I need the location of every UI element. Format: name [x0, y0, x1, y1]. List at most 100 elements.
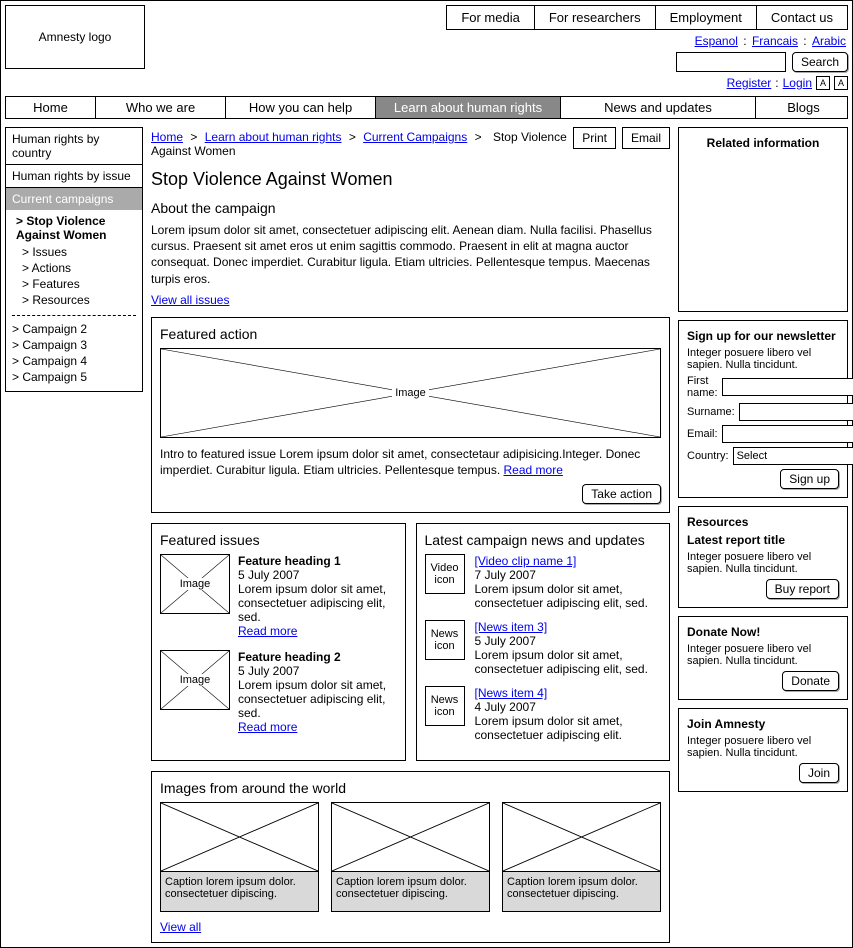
top-link-employment[interactable]: Employment: [656, 5, 757, 30]
top-link-contact[interactable]: Contact us: [757, 5, 848, 30]
crumb-learn[interactable]: Learn about human rights: [205, 130, 342, 144]
gallery-image-3: [502, 802, 661, 872]
resources-heading: Resources: [687, 515, 839, 529]
newsletter-box: Sign up for our newsletter Integer posue…: [678, 320, 848, 498]
featured-action-readmore[interactable]: Read more: [504, 463, 563, 477]
sidebar-sub-actions[interactable]: > Actions: [16, 260, 136, 276]
nav-home[interactable]: Home: [6, 97, 96, 118]
news-item-2-text: Lorem ipsum dolor sit amet, consectetuer…: [475, 648, 662, 676]
nav-blogs[interactable]: Blogs: [756, 97, 851, 118]
sidebar-sub-issues[interactable]: > Issues: [16, 244, 136, 260]
crumb-home[interactable]: Home: [151, 130, 183, 144]
featured-issues-panel: Featured issues Image Feature heading 1 …: [151, 523, 406, 761]
register-link[interactable]: Register: [727, 76, 772, 90]
donate-heading: Donate Now!: [687, 625, 839, 639]
resources-box: Resources Latest report title Integer po…: [678, 506, 848, 608]
surname-label: Surname:: [687, 406, 735, 418]
news-item-2-date: 5 July 2007: [475, 634, 662, 648]
email-input[interactable]: [722, 425, 853, 443]
featured-issues-heading: Featured issues: [160, 532, 397, 548]
lang-arabic[interactable]: Arabic: [812, 34, 846, 48]
sidebar-campaign-2[interactable]: > Campaign 2: [12, 321, 136, 337]
sidebar-campaign-title[interactable]: > Stop Violence Against Women: [16, 214, 136, 242]
news-item-2: News icon [News item 3] 5 July 2007 Lore…: [425, 620, 662, 676]
news-item-2-link[interactable]: [News item 3]: [475, 620, 548, 634]
email-button[interactable]: Email: [622, 127, 670, 149]
firstname-label: First name:: [687, 375, 718, 399]
login-link[interactable]: Login: [783, 76, 812, 90]
donate-button[interactable]: Donate: [782, 671, 839, 691]
featured-action-image: Image: [160, 348, 661, 438]
newsletter-intro: Integer posuere libero vel sapien. Nulla…: [687, 347, 839, 371]
featured-issue-2-title: Feature heading 2: [238, 650, 397, 664]
sidebar-country[interactable]: Human rights by country: [6, 128, 142, 164]
latest-news-heading: Latest campaign news and updates: [425, 532, 662, 548]
featured-issue-1-title: Feature heading 1: [238, 554, 397, 568]
sidebar-campaign-4[interactable]: > Campaign 4: [12, 353, 136, 369]
nav-learn[interactable]: Learn about human rights: [376, 97, 561, 118]
lang-espanol[interactable]: Espanol: [695, 34, 738, 48]
latest-news-panel: Latest campaign news and updates Video i…: [416, 523, 671, 761]
featured-issue-2-text: Lorem ipsum dolor sit amet, consectetuer…: [238, 678, 397, 720]
news-item-3-link[interactable]: [News item 4]: [475, 686, 548, 700]
featured-issue-1-link[interactable]: Read more: [238, 624, 297, 638]
about-text: Lorem ipsum dolor sit amet, consectetuer…: [151, 222, 670, 287]
country-select[interactable]: [733, 447, 853, 465]
nav-help[interactable]: How you can help: [226, 97, 376, 118]
news-item-1-link[interactable]: [Video clip name 1]: [475, 554, 577, 568]
resources-title: Latest report title: [687, 533, 839, 547]
logo[interactable]: Amnesty logo: [5, 5, 145, 69]
gallery-item-2: Caption lorem ipsum dolor. consectetuer …: [331, 802, 490, 912]
gallery-image-1: [160, 802, 319, 872]
news-item-3-text: Lorem ipsum dolor sit amet, consectetuer…: [475, 714, 662, 742]
sidebar-campaign-3[interactable]: > Campaign 3: [12, 337, 136, 353]
featured-issue-2-link[interactable]: Read more: [238, 720, 297, 734]
firstname-input[interactable]: [722, 378, 853, 396]
print-button[interactable]: Print: [573, 127, 616, 149]
sidebar-campaign-5[interactable]: > Campaign 5: [12, 369, 136, 385]
news-item-1-date: 7 July 2007: [475, 568, 662, 582]
sidebar-sub-resources[interactable]: > Resources: [16, 292, 136, 308]
font-size-large[interactable]: A: [834, 76, 848, 90]
signup-button[interactable]: Sign up: [780, 469, 839, 489]
news-item-3-date: 4 July 2007: [475, 700, 662, 714]
news-item-3: News icon [News item 4] 4 July 2007 Lore…: [425, 686, 662, 742]
gallery-caption-1: Caption lorem ipsum dolor. consectetuer …: [160, 872, 319, 912]
sidebar-issue[interactable]: Human rights by issue: [6, 164, 142, 187]
newsletter-heading: Sign up for our newsletter: [687, 329, 839, 343]
font-size-small[interactable]: A: [816, 76, 830, 90]
featured-action-heading: Featured action: [160, 326, 661, 342]
about-heading: About the campaign: [151, 200, 670, 216]
nav-news[interactable]: News and updates: [561, 97, 756, 118]
surname-input[interactable]: [739, 403, 853, 421]
gallery-heading: Images from around the world: [160, 780, 661, 796]
news-item-1: Video icon [Video clip name 1] 7 July 20…: [425, 554, 662, 610]
gallery-view-all[interactable]: View all: [160, 920, 201, 934]
sidebar-current[interactable]: Current campaigns: [6, 187, 142, 210]
sidebar-sub-features[interactable]: > Features: [16, 276, 136, 292]
search-input[interactable]: [676, 52, 786, 72]
nav-who[interactable]: Who we are: [96, 97, 226, 118]
take-action-button[interactable]: Take action: [582, 484, 661, 504]
related-info-box: Related information: [678, 127, 848, 312]
gallery-image-2: [331, 802, 490, 872]
crumb-current[interactable]: Current Campaigns: [363, 130, 467, 144]
country-label: Country:: [687, 450, 729, 462]
lang-francais[interactable]: Francais: [752, 34, 798, 48]
featured-action-intro: Intro to featured issue Lorem ipsum dolo…: [160, 446, 661, 478]
gallery-panel: Images from around the world Caption lor…: [151, 771, 670, 943]
buy-report-button[interactable]: Buy report: [766, 579, 839, 599]
resources-text: Integer posuere libero vel sapien. Nulla…: [687, 551, 839, 575]
donate-text: Integer posuere libero vel sapien. Nulla…: [687, 643, 839, 667]
top-link-media[interactable]: For media: [446, 5, 535, 30]
top-link-researchers[interactable]: For researchers: [535, 5, 656, 30]
sidebar-divider: [12, 315, 136, 316]
view-all-issues-link[interactable]: View all issues: [151, 293, 229, 307]
email-label: Email:: [687, 428, 718, 440]
join-button[interactable]: Join: [799, 763, 839, 783]
search-button[interactable]: Search: [792, 52, 848, 72]
join-box: Join Amnesty Integer posuere libero vel …: [678, 708, 848, 792]
featured-issue-2-image: Image: [160, 650, 230, 710]
featured-issue-2: Image Feature heading 2 5 July 2007 Lore…: [160, 650, 397, 734]
breadcrumb: Home > Learn about human rights > Curren…: [151, 127, 573, 161]
